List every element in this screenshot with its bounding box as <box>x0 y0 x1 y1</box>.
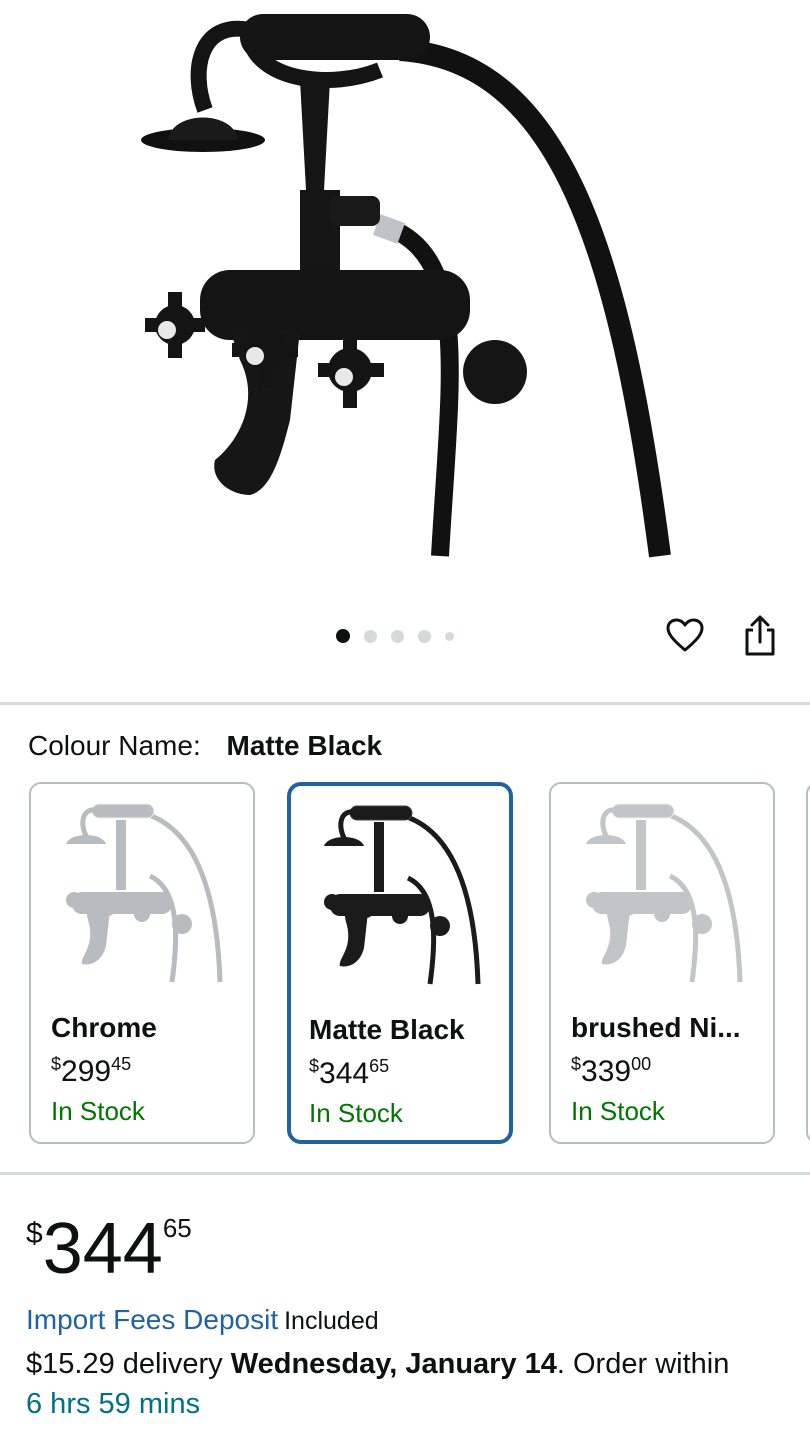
faucet-illustration <box>141 14 671 558</box>
order-countdown: 6 hrs 59 mins <box>26 1388 201 1420</box>
share-upload-icon <box>745 615 775 656</box>
delivery-date: Wednesday, January 14 <box>230 1348 557 1380</box>
variant-card-next-partial[interactable] <box>806 782 810 1144</box>
variant-stock-status: In Stock <box>51 1096 145 1126</box>
variant-thumbnail <box>551 796 773 996</box>
section-divider <box>0 702 810 705</box>
variant-stock-status: In Stock <box>309 1098 403 1128</box>
heart-outline-icon <box>666 618 704 652</box>
colour-variant-carousel[interactable]: Chrome $29945 In Stock Matte Black $3446… <box>0 780 810 1150</box>
import-fees-included: Included <box>284 1307 379 1335</box>
gallery-dot[interactable] <box>364 629 377 643</box>
faucet-thumbnail-icon <box>66 803 223 983</box>
variant-price: $29945 <box>51 1054 132 1088</box>
product-price: $34465 <box>26 1208 192 1290</box>
section-divider <box>0 1172 810 1175</box>
wishlist-button[interactable] <box>663 614 707 658</box>
price-whole: 344 <box>42 1209 163 1289</box>
import-fees-line: Import Fees Deposit Included <box>26 1304 379 1336</box>
variant-stock-status: In Stock <box>571 1096 665 1126</box>
product-image[interactable] <box>0 0 810 600</box>
gallery-dot[interactable] <box>391 629 404 643</box>
variant-card-brushed-nickel[interactable]: brushed Ni... $33900 In Stock <box>549 782 775 1144</box>
variant-price: $34465 <box>309 1056 390 1090</box>
gallery-dot[interactable] <box>418 629 431 643</box>
variant-name: Chrome <box>51 1012 157 1043</box>
faucet-thumbnail-icon <box>324 805 481 985</box>
share-button[interactable] <box>738 614 782 658</box>
import-fees-link[interactable]: Import Fees Deposit <box>26 1304 278 1335</box>
price-currency: $ <box>26 1217 43 1250</box>
gallery-pagination[interactable] <box>336 627 454 645</box>
gallery-dot[interactable] <box>445 631 454 641</box>
delivery-cost: $15.29 delivery <box>26 1348 223 1380</box>
variant-thumbnail <box>291 798 509 998</box>
faucet-thumbnail-icon <box>586 803 743 983</box>
delivery-suffix: . Order within <box>556 1348 730 1380</box>
variant-price: $33900 <box>571 1054 652 1088</box>
variant-card-chrome[interactable]: Chrome $29945 In Stock <box>29 782 255 1144</box>
variant-thumbnail <box>31 796 253 996</box>
gallery-dot-active[interactable] <box>336 629 350 643</box>
variant-card-matte-black[interactable]: Matte Black $34465 In Stock <box>287 782 513 1144</box>
colour-selection-label: Colour Name: Matte Black <box>28 730 382 762</box>
variant-name: brushed Ni... <box>571 1012 741 1043</box>
delivery-info: $15.29 delivery Wednesday, January 14. O… <box>26 1348 729 1381</box>
colour-selected-value: Matte Black <box>226 730 383 761</box>
variant-name: Matte Black <box>309 1014 465 1045</box>
price-cents: 65 <box>162 1213 192 1243</box>
colour-label: Colour Name: <box>28 730 201 761</box>
